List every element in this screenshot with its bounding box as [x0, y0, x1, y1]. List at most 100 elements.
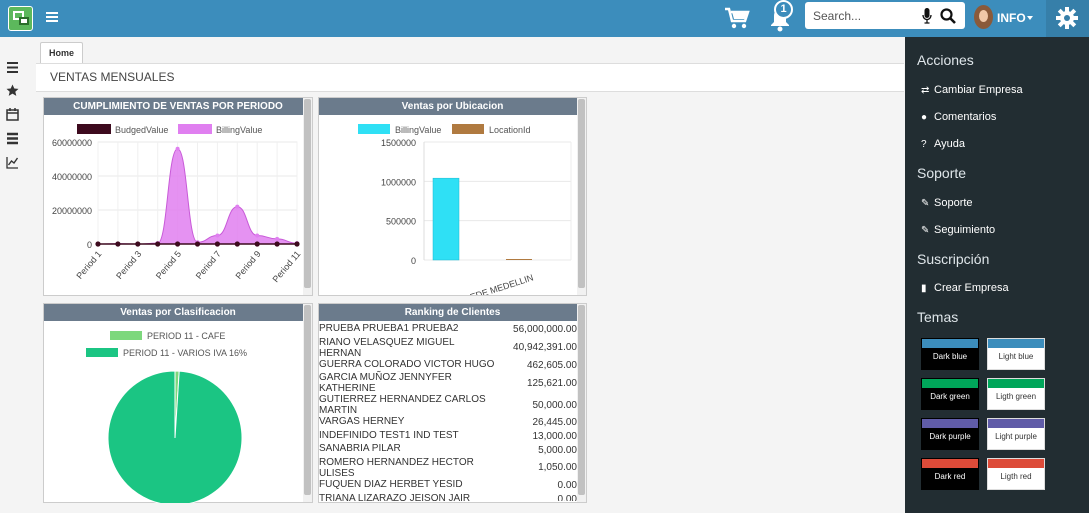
- panel-title: Ventas por Ubicacion: [319, 98, 586, 115]
- cart-icon[interactable]: [724, 6, 750, 30]
- theme-option[interactable]: Light purple: [987, 418, 1045, 450]
- data-point-budgedvalue: [214, 241, 220, 247]
- data-point-billingvalue: [215, 233, 220, 238]
- page-header: VENTAS MENSUALES: [36, 63, 904, 92]
- theme-option[interactable]: Dark blue: [921, 338, 979, 370]
- line-chart-icon[interactable]: [6, 156, 19, 169]
- ranking-table: PRUEBA PRUEBA1 PRUEBA2 56,000,000.00 RIANO…: [319, 323, 577, 501]
- soporte-link[interactable]: ✎ Soporte: [921, 197, 973, 209]
- client-name: RIANO VELASQUEZ MIGUEL HERNAN: [319, 336, 455, 359]
- microphone-icon[interactable]: [922, 8, 932, 24]
- legend-swatch: [110, 331, 142, 340]
- table-row: VARGAS HERNEY 26,445.00: [319, 416, 577, 430]
- avatar[interactable]: [974, 5, 993, 29]
- data-point-billingvalue: [235, 204, 240, 209]
- calendar-icon[interactable]: [6, 108, 19, 121]
- top-navbar: 1 INFO: [0, 0, 1089, 37]
- comentarios-link[interactable]: ● Comentarios: [921, 111, 996, 123]
- section-heading: Soporte: [917, 165, 967, 181]
- client-sales-value: 50,000.00: [532, 399, 578, 411]
- tasks-icon[interactable]: [6, 132, 19, 145]
- seguimiento-link[interactable]: ✎ Seguimiento: [921, 224, 995, 236]
- legend-swatch: [452, 124, 484, 134]
- scrollbar[interactable]: [303, 304, 312, 502]
- star-icon[interactable]: [6, 84, 19, 97]
- chevron-down-icon[interactable]: [1027, 16, 1033, 20]
- ayuda-link[interactable]: ? Ayuda: [921, 138, 965, 150]
- theme-option[interactable]: Light blue: [987, 338, 1045, 370]
- area-chart: BudgedValue BillingValue 60000000 40000000 2…: [52, 124, 302, 284]
- panel-title: Ventas por Clasificacion: [44, 304, 312, 321]
- theme-option[interactable]: Ligth green: [987, 378, 1045, 410]
- panel-ranking: Ranking de Clientes PRUEBA PRUEBA1 PRUEB…: [318, 303, 587, 503]
- x-tick-label: Period 1: [74, 249, 103, 281]
- y-tick-label: 1500000: [381, 138, 416, 148]
- ranking-table-wrap: PRUEBA PRUEBA1 PRUEBA2 56,000,000.00 RIANO…: [319, 323, 577, 501]
- notification-badge[interactable]: 1: [774, 0, 793, 19]
- building-icon: ▮: [921, 283, 927, 294]
- theme-option[interactable]: Dark purple: [921, 418, 979, 450]
- crear-empresa-link[interactable]: ▮ Crear Empresa: [921, 282, 1009, 294]
- legend-label: BillingValue: [395, 125, 441, 135]
- scrollbar[interactable]: [303, 98, 312, 295]
- table-row: ROMERO HERNANDEZ HECTOR ULISES 1,050.00: [319, 457, 577, 479]
- user-menu-label[interactable]: INFO: [997, 11, 1026, 25]
- gear-icon[interactable]: [1056, 7, 1078, 29]
- pie-chart: PERIOD 11 - CAFE PERIOD 11 - VARIOS IVA 1…: [86, 331, 247, 503]
- client-name: ROMERO HERNANDEZ HECTOR ULISES: [319, 456, 474, 479]
- y-tick-label: 1000000: [381, 177, 416, 187]
- theme-color-bar: [922, 339, 978, 348]
- table-row: GARCIA MUÑOZ JENNYFER KATHERINE 125,621.0…: [319, 372, 577, 394]
- list-icon[interactable]: [6, 61, 19, 74]
- legend-swatch: [358, 124, 390, 134]
- client-sales-value: 1,050.00: [538, 462, 577, 474]
- table-row: RIANO VELASQUEZ MIGUEL HERNAN 40,942,391.…: [319, 337, 577, 359]
- client-name: GUERRA COLORADO VICTOR HUGO: [319, 358, 495, 370]
- data-point-budgedvalue: [135, 241, 141, 247]
- search-input[interactable]: [811, 6, 925, 26]
- theme-option[interactable]: Dark green: [921, 378, 979, 410]
- search-icon[interactable]: [940, 8, 956, 24]
- client-sales-value: 56,000,000.00: [513, 324, 577, 336]
- client-name: FUQUEN DIAZ HERBET YESID: [319, 478, 463, 490]
- menu-toggle-icon[interactable]: [46, 12, 58, 22]
- legend-label: BillingValue: [216, 125, 262, 135]
- legend-label: PERIOD 11 - CAFE: [147, 331, 225, 341]
- legend-swatch: [86, 348, 118, 357]
- table-row: GUTIERREZ HERNANDEZ CARLOS MARTIN 50,000.…: [319, 394, 577, 416]
- theme-label: Light purple: [995, 432, 1037, 441]
- scrollbar[interactable]: [577, 304, 586, 502]
- client-sales-value: 40,942,391.00: [513, 342, 577, 354]
- wrench-icon: ✎: [921, 225, 930, 236]
- client-name: TRIANA LIZARAZO JEISON JAIR: [319, 492, 471, 501]
- table-row: TRIANA LIZARAZO JEISON JAIR 0.00: [319, 493, 577, 501]
- cambiar-empresa-link[interactable]: ⇄ Cambiar Empresa: [921, 84, 1023, 96]
- data-point-budgedvalue: [115, 241, 121, 247]
- x-tick-label: Period 11: [271, 249, 302, 284]
- data-point-budgedvalue: [274, 241, 280, 247]
- client-name: GUTIERREZ HERNANDEZ CARLOS MARTIN: [319, 394, 486, 417]
- legend-swatch: [178, 124, 212, 134]
- link-label: Comentarios: [934, 111, 997, 123]
- panel-title: CUMPLIMIENTO DE VENTAS POR PERIODO: [44, 98, 312, 115]
- y-tick-label: 60000000: [52, 138, 92, 148]
- app-logo[interactable]: [8, 6, 33, 31]
- client-name: INDEFINIDO TEST1 IND TEST: [319, 429, 459, 441]
- theme-label: Ligth green: [995, 392, 1037, 401]
- theme-option[interactable]: Ligth red: [987, 458, 1045, 490]
- theme-label: Light blue: [998, 352, 1034, 361]
- bar-chart: BillingValue LocationId 1500000 1000000 5000…: [358, 124, 572, 295]
- theme-color-bar: [988, 379, 1044, 388]
- client-name: SANABRIA PILAR: [319, 443, 401, 455]
- tab-home[interactable]: Home: [40, 42, 83, 63]
- question-icon: ?: [921, 139, 927, 150]
- scrollbar[interactable]: [577, 98, 586, 295]
- comments-icon: ●: [921, 112, 928, 123]
- theme-option[interactable]: Dark red: [921, 458, 979, 490]
- left-sidebar: [0, 37, 37, 513]
- link-label: Cambiar Empresa: [934, 84, 1023, 96]
- data-point-budgedvalue: [234, 241, 240, 247]
- bar-locationid: [506, 259, 532, 260]
- theme-color-bar: [922, 459, 978, 468]
- section-heading: Temas: [917, 309, 959, 325]
